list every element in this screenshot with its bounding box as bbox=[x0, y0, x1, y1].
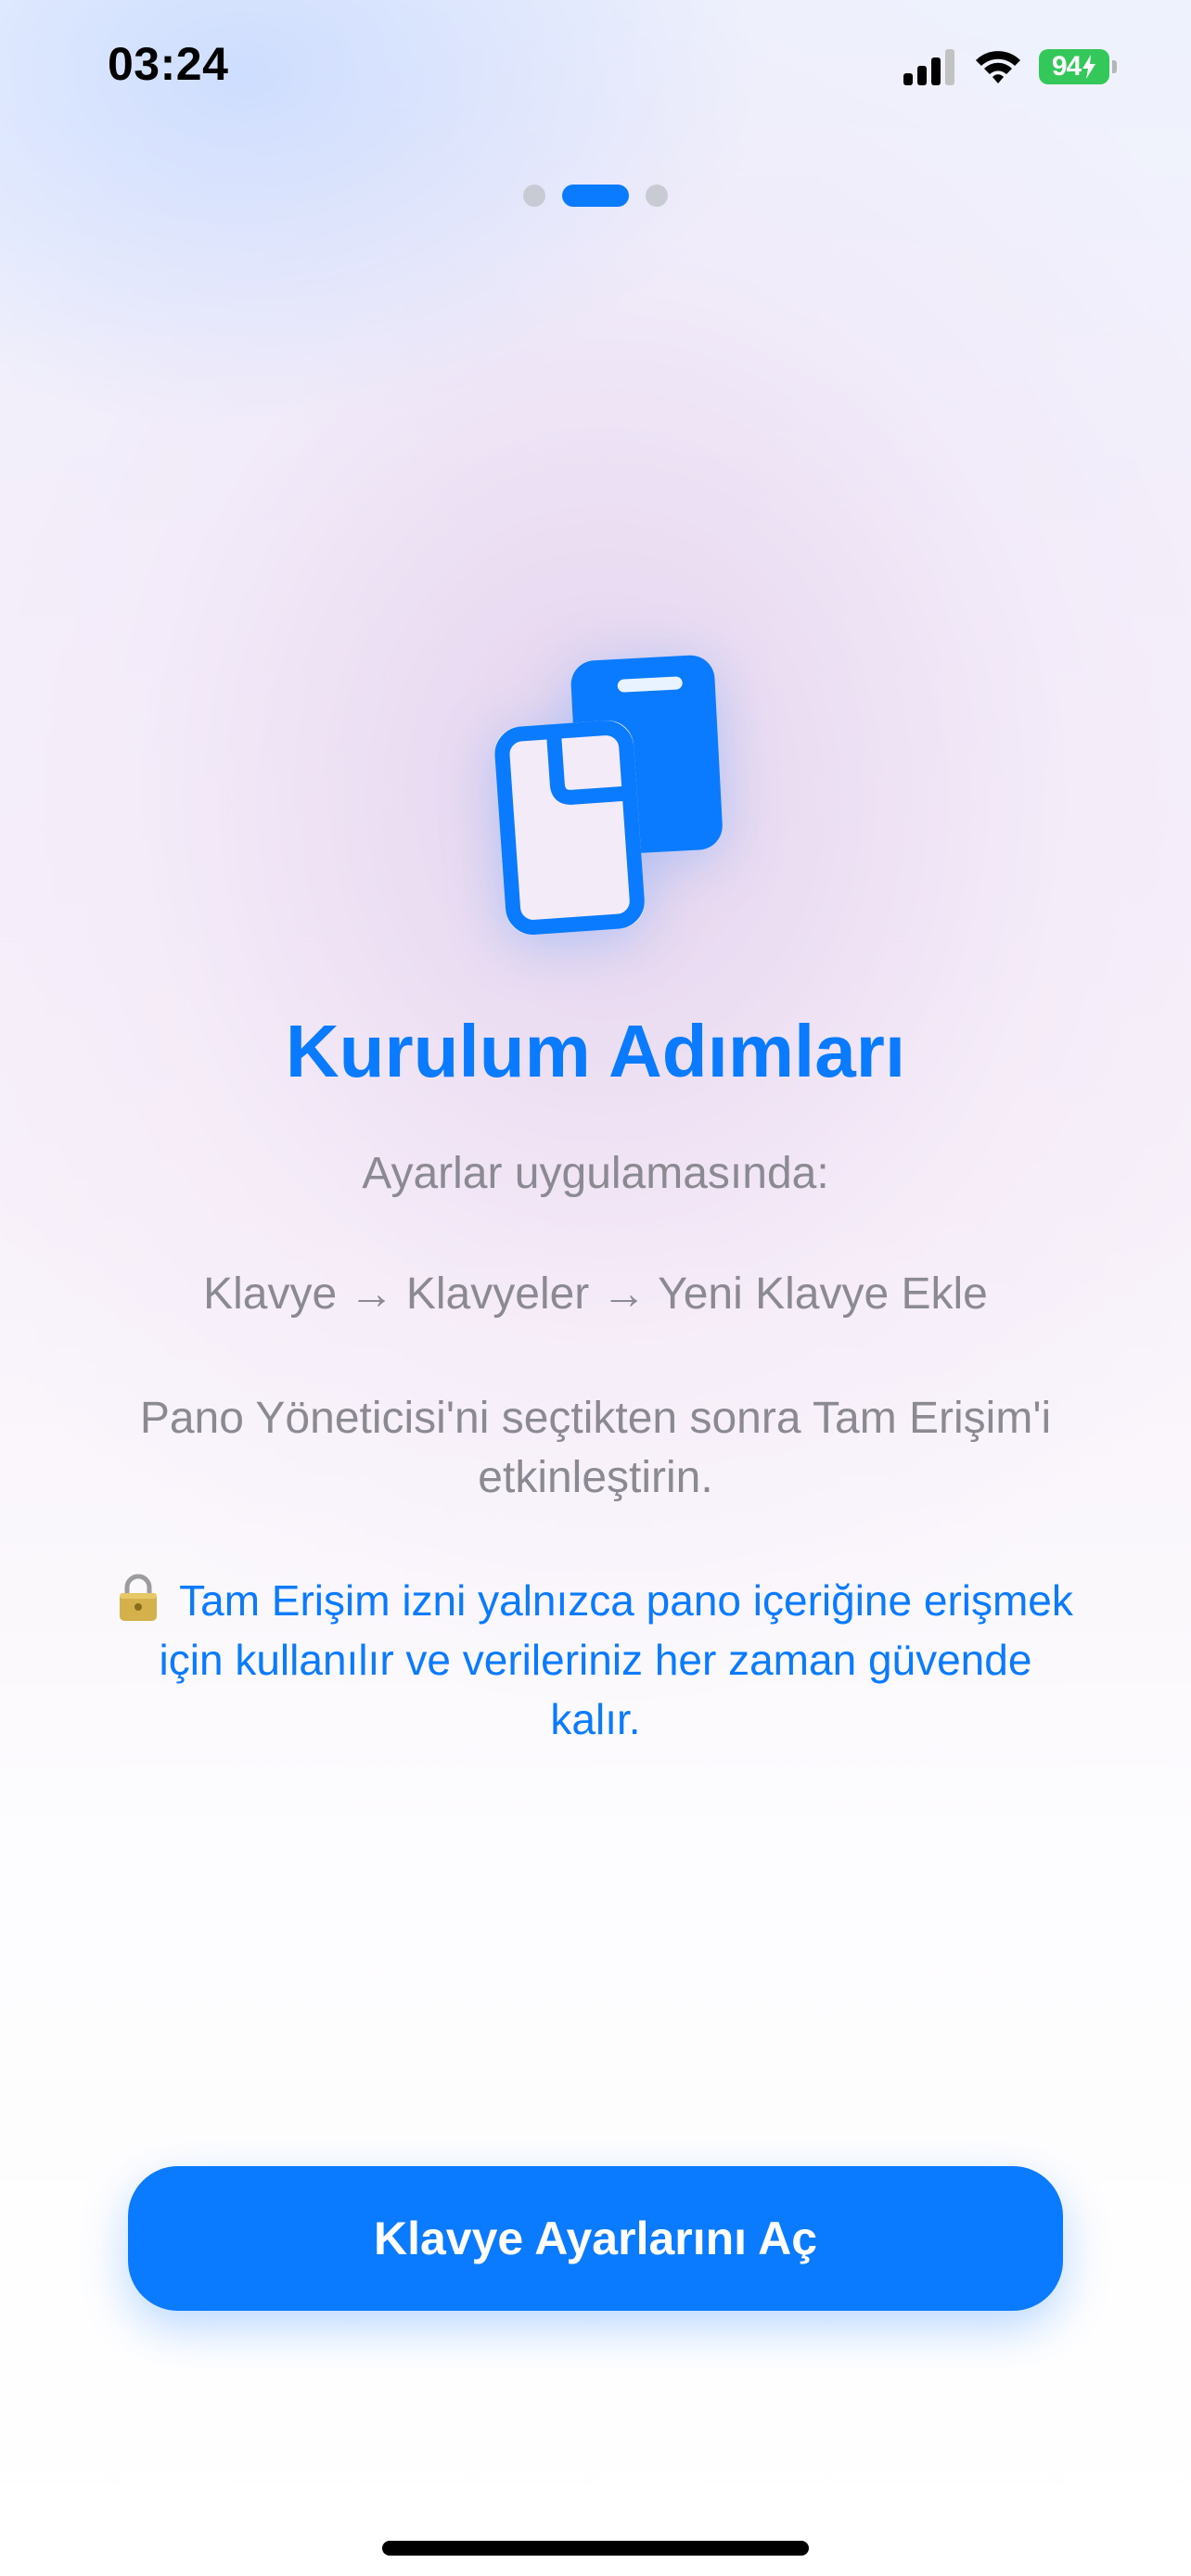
battery-level: 94 bbox=[1039, 49, 1109, 84]
home-indicator[interactable] bbox=[382, 2541, 809, 2556]
battery-cap bbox=[1112, 60, 1117, 73]
instruction-subtitle: Ayarlar uygulamasında: bbox=[362, 1149, 829, 1198]
page-indicator bbox=[0, 185, 1191, 207]
privacy-note: Tam Erişim izni yalnızca pano içeriğine … bbox=[111, 1571, 1080, 1749]
page-dot-3[interactable] bbox=[646, 185, 668, 207]
status-icons: 94 bbox=[903, 45, 1117, 89]
page-title: Kurulum Adımları bbox=[285, 1010, 906, 1092]
open-keyboard-settings-label: Klavye Ayarlarını Aç bbox=[373, 2213, 818, 2264]
open-keyboard-settings-button[interactable]: Klavye Ayarlarını Aç bbox=[128, 2166, 1063, 2311]
charging-bolt-icon bbox=[1082, 55, 1096, 79]
battery-level-text: 94 bbox=[1051, 51, 1082, 82]
cellular-signal-icon bbox=[903, 49, 954, 85]
settings-path: Klavye → Klavyeler → Yeni Klavye Ekle bbox=[203, 1269, 988, 1319]
page-dot-1[interactable] bbox=[523, 185, 545, 207]
page-dot-2-active[interactable] bbox=[562, 185, 629, 207]
privacy-note-text: Tam Erişim izni yalnızca pano içeriğine … bbox=[159, 1576, 1073, 1743]
instruction-text: Pano Yöneticisi'ni seçtikten sonra Tam E… bbox=[139, 1394, 1052, 1502]
status-time: 03:24 bbox=[108, 38, 229, 90]
clipboard-stack-icon bbox=[494, 655, 723, 936]
wifi-icon bbox=[976, 51, 1020, 83]
lock-icon bbox=[120, 1574, 158, 1621]
battery-charging-icon: 94 bbox=[1039, 49, 1117, 84]
